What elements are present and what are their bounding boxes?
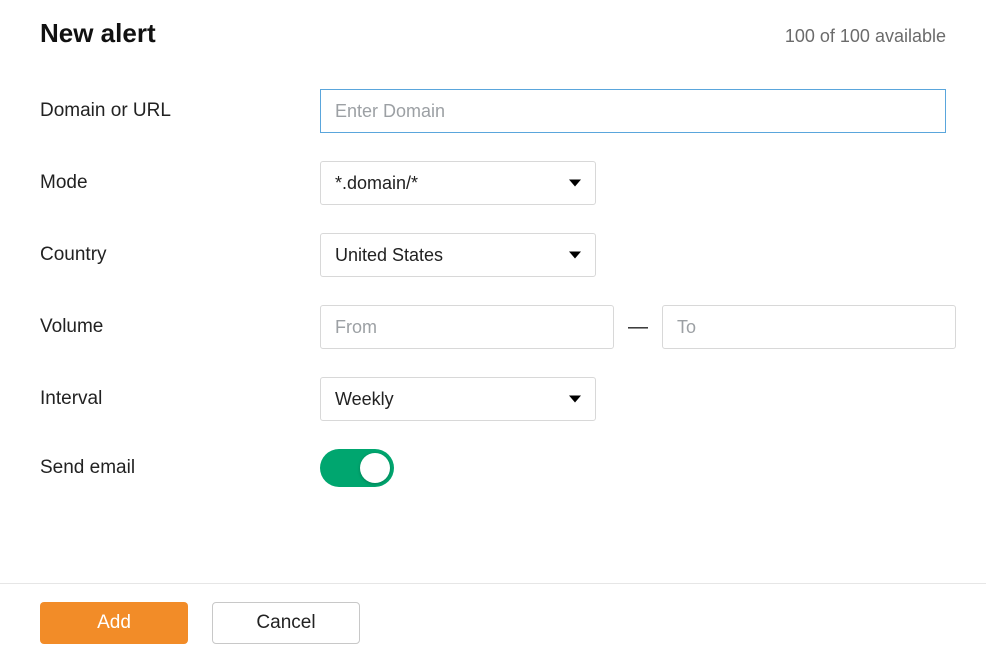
footer: Add Cancel xyxy=(0,583,986,662)
mode-selected-value: *.domain/* xyxy=(335,173,418,194)
interval-label: Interval xyxy=(40,388,320,410)
row-country: Country United States xyxy=(40,233,946,277)
chevron-down-icon xyxy=(569,180,581,187)
range-separator: — xyxy=(628,316,648,339)
page-title: New alert xyxy=(40,18,156,49)
send-email-toggle[interactable] xyxy=(320,449,394,487)
domain-label: Domain or URL xyxy=(40,100,320,122)
country-selected-value: United States xyxy=(335,245,443,266)
chevron-down-icon xyxy=(569,396,581,403)
domain-input[interactable] xyxy=(320,89,946,133)
row-interval: Interval Weekly xyxy=(40,377,946,421)
row-domain: Domain or URL xyxy=(40,89,946,133)
available-count: 100 of 100 available xyxy=(785,26,946,47)
row-volume: Volume — xyxy=(40,305,946,349)
row-send-email: Send email xyxy=(40,449,946,487)
row-mode: Mode *.domain/* xyxy=(40,161,946,205)
mode-select[interactable]: *.domain/* xyxy=(320,161,596,205)
chevron-down-icon xyxy=(569,252,581,259)
mode-label: Mode xyxy=(40,172,320,194)
interval-select[interactable]: Weekly xyxy=(320,377,596,421)
cancel-button[interactable]: Cancel xyxy=(212,602,360,644)
country-label: Country xyxy=(40,244,320,266)
volume-to-input[interactable] xyxy=(662,305,956,349)
add-button[interactable]: Add xyxy=(40,602,188,644)
toggle-knob xyxy=(360,453,390,483)
volume-label: Volume xyxy=(40,316,320,338)
volume-from-input[interactable] xyxy=(320,305,614,349)
header: New alert 100 of 100 available xyxy=(40,18,946,49)
send-email-label: Send email xyxy=(40,457,320,479)
country-select[interactable]: United States xyxy=(320,233,596,277)
interval-selected-value: Weekly xyxy=(335,389,394,410)
